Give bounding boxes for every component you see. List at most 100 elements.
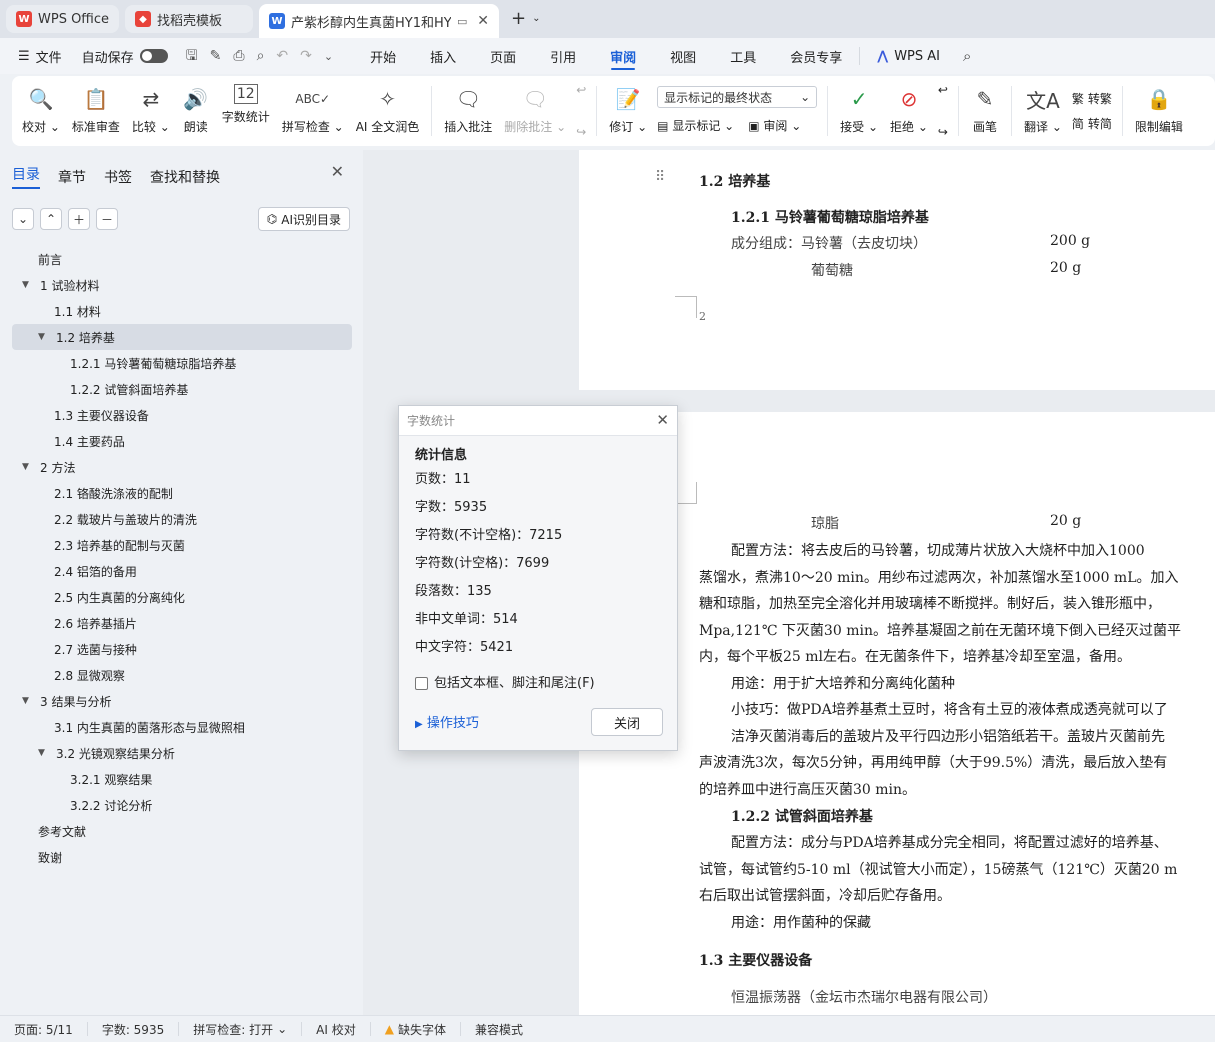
tab-find-replace[interactable]: 查找和替换 (150, 167, 220, 187)
toc-item[interactable]: 3.1 内生真菌的菌落形态与显微照相 (12, 714, 352, 740)
tab-sections[interactable]: 章节 (58, 167, 86, 187)
review-pane-button[interactable]: ▣ 审阅 ⌄ (748, 117, 801, 134)
file-menu[interactable]: ☰ 文件 (0, 47, 82, 66)
pen-button[interactable]: ✎ 画笔 (965, 80, 1005, 142)
caret-down-icon[interactable]: ▼ (22, 696, 29, 706)
redo-icon[interactable]: ↷ (300, 49, 312, 63)
menu-wps-ai[interactable]: ⋀ WPS AI (859, 47, 957, 65)
toc-item[interactable]: 2.1 铬酸洗涤液的配制 (12, 480, 352, 506)
missing-font-status[interactable]: ▲ 缺失字体 (371, 1022, 461, 1037)
page-indicator[interactable]: 页面: 5/11 (0, 1022, 88, 1037)
toc-item[interactable]: 2.7 选菌与接种 (12, 636, 352, 662)
save-icon[interactable]: 🖫 (186, 49, 198, 63)
toc-item[interactable]: 2.6 培养基插片 (12, 610, 352, 636)
remove-heading-button[interactable]: － (96, 208, 118, 230)
word-count-button[interactable]: 12 字数统计 (216, 80, 276, 142)
reject-button[interactable]: ⊘ 拒绝 ⌄ (884, 80, 934, 142)
monitor-icon[interactable]: ▭ (457, 16, 467, 27)
drag-handle-icon[interactable]: ⠿ (655, 170, 665, 184)
search-icon[interactable]: ⌕ (963, 48, 971, 64)
track-changes-button[interactable]: 📝 修订 ⌄ (603, 80, 653, 142)
autosave-toggle[interactable]: 自动保存 (82, 47, 186, 66)
translate-button[interactable]: 文A 翻译 ⌄ (1018, 80, 1068, 142)
toc-item[interactable]: ▼ 2 方法 (12, 454, 352, 480)
toggle-switch[interactable] (139, 49, 168, 63)
new-tab-icon[interactable]: + (511, 10, 526, 28)
tips-link[interactable]: ▶ 操作技巧 (415, 712, 479, 731)
menu-start[interactable]: 开始 (353, 38, 413, 74)
tab-bookmarks[interactable]: 书签 (104, 167, 132, 187)
proofread-button[interactable]: 🔍 校对 ⌄ (16, 80, 66, 142)
next-comment-icon[interactable]: ↪ (576, 126, 586, 138)
toc-item[interactable]: 2.8 显微观察 (12, 662, 352, 688)
read-aloud-button[interactable]: 🔊 朗读 (176, 80, 216, 142)
chevron-down-icon[interactable]: ⌄ (324, 51, 333, 62)
next-change-icon[interactable]: ↪ (938, 126, 948, 138)
show-markup-button[interactable]: ▤ 显示标记 ⌄ (657, 117, 734, 134)
toc-item[interactable]: ▼ 1.2 培养基 (12, 324, 352, 350)
menu-tools[interactable]: 工具 (713, 38, 773, 74)
print-preview-icon[interactable]: ⌕ (257, 49, 265, 63)
ai-check-status[interactable]: AI 校对 (302, 1022, 371, 1037)
toc-item[interactable]: ▼ 3 结果与分析 (12, 688, 352, 714)
to-traditional-button[interactable]: 繁转繁 (1072, 90, 1112, 107)
spell-check-button[interactable]: ABC✓ 拼写检查 ⌄ (276, 80, 350, 142)
ai-toc-button[interactable]: ⌬ AI识别目录 (257, 207, 350, 231)
caret-down-icon[interactable]: ▼ (38, 332, 45, 342)
toc-item[interactable]: 致谢 (12, 844, 352, 870)
toc-item[interactable]: 2.5 内生真菌的分离纯化 (12, 584, 352, 610)
word-count-indicator[interactable]: 字数: 5935 (88, 1022, 180, 1037)
toc-item[interactable]: ▼ 1 试验材料 (12, 272, 352, 298)
to-simplified-button[interactable]: 简转简 (1072, 115, 1112, 132)
toc-item[interactable]: 1.2.2 试管斜面培养基 (12, 376, 352, 402)
tab-document[interactable]: W 产紫杉醇内生真菌HY1和HY2 ▭ ✕ (259, 4, 500, 38)
toc-item[interactable]: 1.1 材料 (12, 298, 352, 324)
delete-comment-button[interactable]: 🗨 删除批注 ⌄ (498, 80, 572, 142)
restrict-edit-button[interactable]: 🔒 限制编辑 (1129, 80, 1189, 142)
menu-reference[interactable]: 引用 (533, 38, 593, 74)
compare-button[interactable]: ⇄ 比较 ⌄ (126, 80, 176, 142)
close-icon[interactable]: ✕ (656, 413, 669, 428)
toc-item[interactable]: 1.3 主要仪器设备 (12, 402, 352, 428)
toc-item[interactable]: 2.4 铝箔的备用 (12, 558, 352, 584)
checkbox[interactable] (415, 677, 428, 690)
toc-item[interactable]: 1.4 主要药品 (12, 428, 352, 454)
toc-item[interactable]: 3.2.2 讨论分析 (12, 792, 352, 818)
caret-down-icon[interactable]: ▼ (22, 280, 29, 290)
undo-icon[interactable]: ↶ (276, 49, 288, 63)
menu-review[interactable]: 审阅 (593, 38, 653, 74)
expand-down-button[interactable]: ⌄ (12, 208, 34, 230)
add-heading-button[interactable]: ＋ (68, 208, 90, 230)
menu-insert[interactable]: 插入 (413, 38, 473, 74)
prev-change-icon[interactable]: ↩ (938, 84, 948, 96)
insert-comment-button[interactable]: 🗨 插入批注 (438, 80, 498, 142)
chevron-down-icon[interactable]: ⌄ (532, 14, 540, 24)
menu-page[interactable]: 页面 (473, 38, 533, 74)
toc-item[interactable]: ▼ 3.2 光镜观察结果分析 (12, 740, 352, 766)
toc-item[interactable]: 1.2.1 马铃薯葡萄糖琼脂培养基 (12, 350, 352, 376)
toc-item[interactable]: 参考文献 (12, 818, 352, 844)
menu-member[interactable]: 会员专享 (773, 38, 859, 74)
spell-check-status[interactable]: 拼写检查: 打开 ⌄ (179, 1022, 303, 1037)
tab-toc[interactable]: 目录 (12, 164, 40, 189)
close-tab-icon[interactable]: ✕ (477, 13, 489, 29)
caret-down-icon[interactable]: ▼ (22, 462, 29, 472)
collapse-up-button[interactable]: ⌃ (40, 208, 62, 230)
toc-item[interactable]: 2.3 培养基的配制与灭菌 (12, 532, 352, 558)
accept-button[interactable]: ✓ 接受 ⌄ (834, 80, 884, 142)
standard-review-button[interactable]: 📋 标准审查 (66, 80, 126, 142)
markup-mode-select[interactable]: 显示标记的最终状态 ⌄ (657, 86, 818, 108)
tab-template[interactable]: ◆ 找稻壳模板 (125, 5, 254, 33)
close-button[interactable]: 关闭 (591, 708, 663, 736)
prev-comment-icon[interactable]: ↩ (576, 84, 586, 96)
toc-item[interactable]: 2.2 载玻片与盖玻片的清洗 (12, 506, 352, 532)
include-textbox-checkbox[interactable]: 包括文本框、脚注和尾注(F) (415, 672, 595, 691)
tab-wps-office[interactable]: W WPS Office (6, 5, 120, 33)
print-icon[interactable]: ⎙ (233, 49, 244, 63)
toc-item[interactable]: 3.2.1 观察结果 (12, 766, 352, 792)
ai-polish-button[interactable]: ✧ AI 全文润色 (350, 80, 426, 142)
toc-item[interactable]: 前言 (12, 246, 352, 272)
caret-down-icon[interactable]: ▼ (38, 748, 45, 758)
menu-view[interactable]: 视图 (653, 38, 713, 74)
brush-icon[interactable]: ✎ (210, 49, 222, 63)
